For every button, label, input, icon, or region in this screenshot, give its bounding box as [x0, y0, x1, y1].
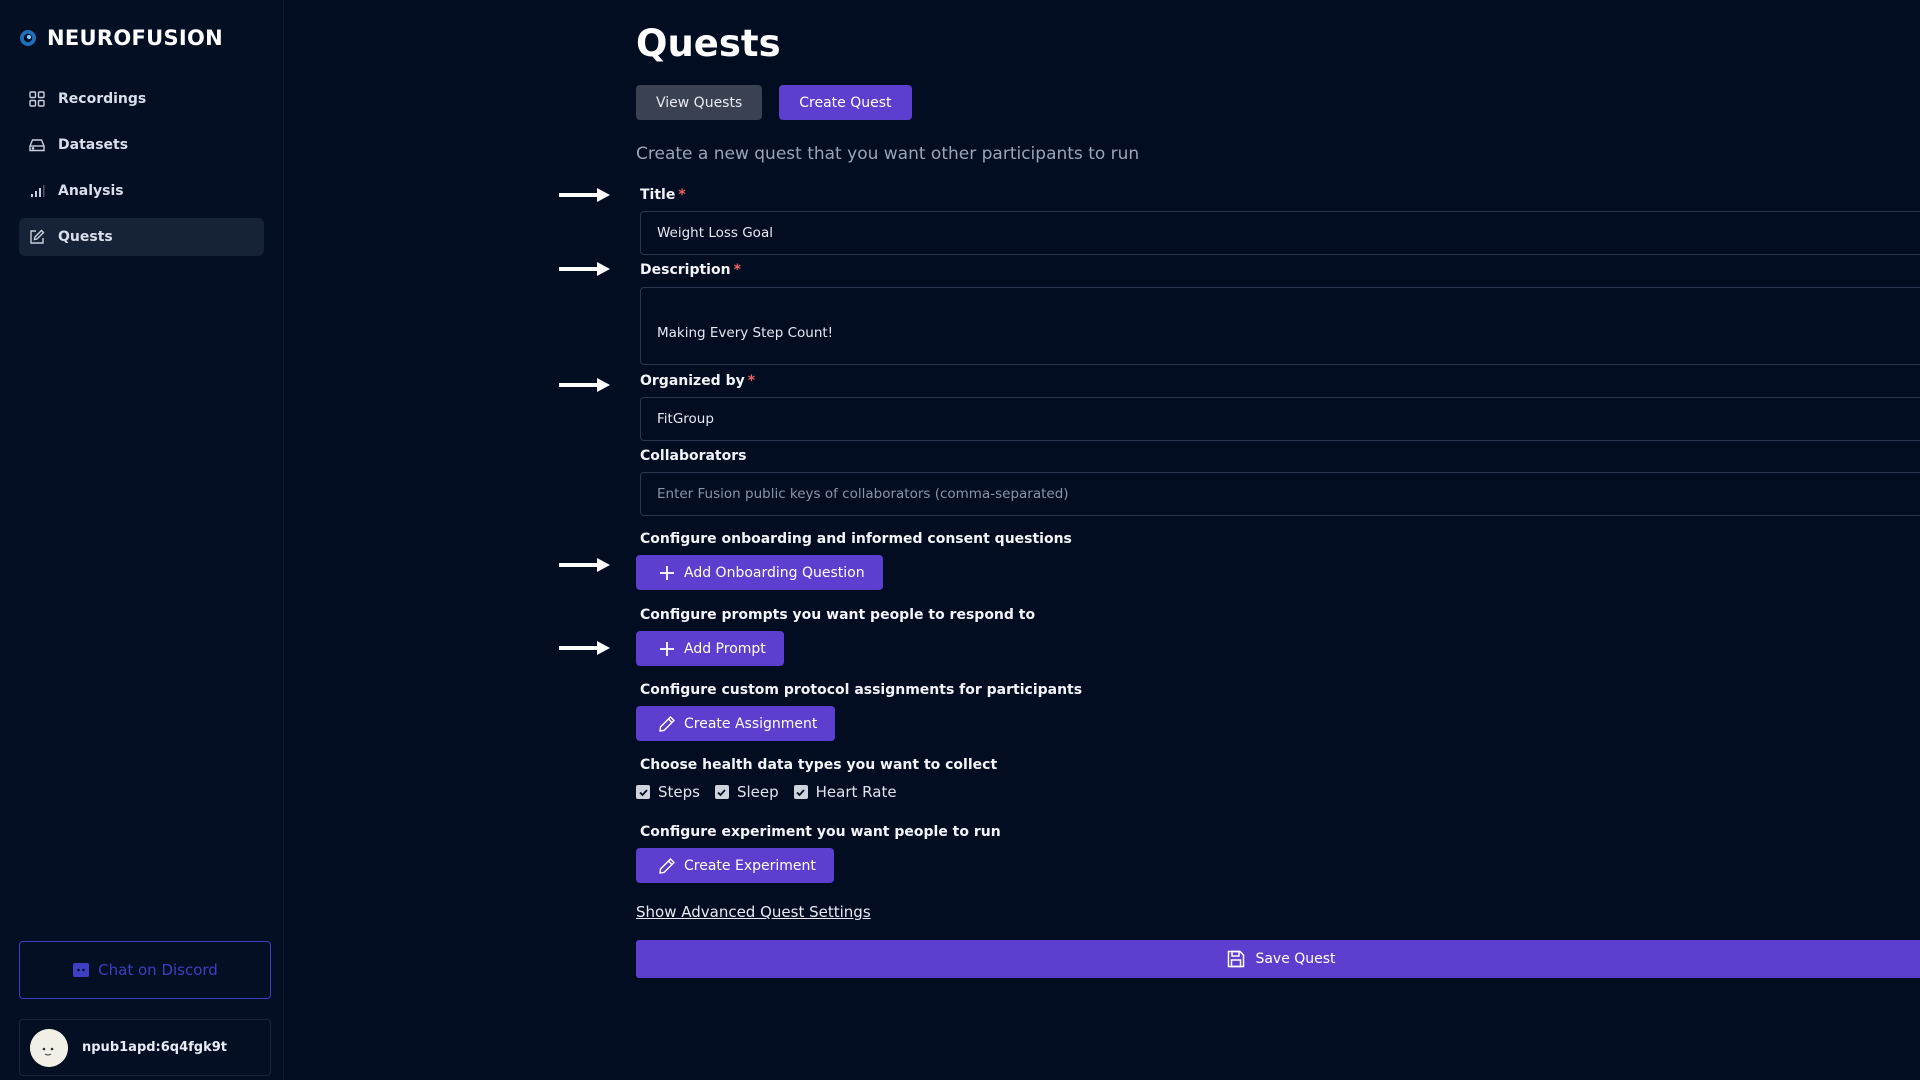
brand[interactable]: NEUROFUSION: [19, 22, 223, 54]
discord-label: Chat on Discord: [98, 961, 218, 979]
sidebar-item-label: Recordings: [58, 91, 147, 107]
button-label: Add Prompt: [684, 640, 766, 657]
page-title: Quests: [636, 22, 781, 65]
edit-icon: [30, 229, 45, 244]
title-label: Title *: [640, 187, 686, 203]
drive-icon: [29, 139, 45, 152]
sidebar-item-label: Datasets: [58, 137, 129, 153]
checkbox-label: Steps: [658, 783, 700, 801]
create-assignment-button[interactable]: Create Assignment: [636, 706, 836, 741]
check-icon: [638, 788, 648, 796]
bar-chart-icon: [31, 185, 45, 197]
required-mark: *: [678, 187, 686, 203]
organized-by-label: Organized by *: [640, 373, 755, 389]
prompts-label: Configure prompts you want people to res…: [640, 607, 1036, 623]
button-label: Create Experiment: [684, 857, 816, 874]
avatar: [30, 1028, 68, 1067]
check-icon: [717, 788, 727, 796]
tab-create-quest[interactable]: Create Quest: [779, 85, 912, 120]
annotation-arrow-icon: [559, 641, 610, 655]
show-advanced-settings-link[interactable]: Show Advanced Quest Settings: [636, 903, 871, 921]
description-label: Description *: [640, 262, 741, 278]
organized-by-input[interactable]: [640, 397, 1920, 441]
main-content: Quests View Quests Create Quest Create a…: [636, 0, 1920, 1080]
title-label-text: Title: [640, 187, 676, 203]
sidebar-item-label: Analysis: [58, 183, 124, 199]
sidebar-item-label: Quests: [58, 229, 113, 245]
save-quest-button[interactable]: Save Quest: [636, 940, 1920, 978]
tab-view-quests[interactable]: View Quests: [636, 85, 763, 120]
required-mark: *: [747, 373, 756, 389]
checkbox-box[interactable]: [714, 785, 729, 799]
plus-icon: [660, 565, 674, 580]
required-mark: *: [733, 262, 741, 278]
annotation-arrow-icon: [559, 378, 610, 392]
page-subtitle: Create a new quest that you want other p…: [636, 144, 1140, 164]
check-icon: [796, 788, 805, 796]
checkbox-box[interactable]: [636, 785, 650, 799]
title-input[interactable]: [640, 211, 1920, 255]
annotation-arrow-icon: [559, 558, 610, 572]
create-experiment-button[interactable]: Create Experiment: [636, 848, 834, 883]
onboarding-label: Configure onboarding and informed consen…: [640, 531, 1072, 547]
description-textarea[interactable]: Making Every Step Count!: [640, 287, 1920, 365]
checkbox-label: Heart Rate: [815, 783, 897, 801]
user-name: npub1apd:6q4fgk9t: [82, 1040, 228, 1055]
health-data-options: Steps Sleep Heart Rate: [636, 783, 912, 801]
pencil-icon: [659, 715, 675, 732]
collaborators-input[interactable]: [640, 472, 1920, 516]
sidebar-nav: Recordings Datasets Analysis Quests: [19, 80, 264, 264]
quest-tabs: View Quests Create Quest: [636, 85, 912, 120]
organized-by-label-text: Organized by: [640, 373, 745, 389]
sidebar-item-analysis[interactable]: Analysis: [19, 172, 264, 210]
checkbox-box[interactable]: [793, 785, 808, 799]
sidebar-item-recordings[interactable]: Recordings: [19, 80, 264, 118]
app-name: NEUROFUSION: [47, 26, 224, 50]
button-label: Save Quest: [1255, 951, 1336, 967]
button-label: Add Onboarding Question: [684, 564, 865, 581]
annotation-arrow-icon: [559, 262, 610, 276]
button-label: Create Assignment: [684, 715, 818, 732]
steps-checkbox[interactable]: Steps: [636, 783, 700, 801]
grid-icon: [29, 91, 45, 107]
experiment-label: Configure experiment you want people to …: [640, 824, 1001, 840]
sidebar: NEUROFUSION Recordings Datasets Analysis: [0, 0, 284, 1080]
chat-on-discord-button[interactable]: Chat on Discord: [19, 941, 271, 999]
assignments-label: Configure custom protocol assignments fo…: [640, 682, 1083, 698]
add-onboarding-question-button[interactable]: Add Onboarding Question: [636, 555, 883, 590]
checkbox-label: Sleep: [736, 783, 779, 801]
health-data-label: Choose health data types you want to col…: [640, 757, 998, 773]
save-icon: [1228, 950, 1245, 968]
sidebar-item-quests[interactable]: Quests: [19, 218, 264, 256]
heart-rate-checkbox[interactable]: Heart Rate: [793, 783, 897, 801]
sleep-checkbox[interactable]: Sleep: [714, 783, 779, 801]
discord-icon: [73, 963, 90, 977]
description-label-text: Description: [640, 262, 731, 278]
annotation-arrow-icon: [559, 188, 610, 202]
collaborators-label: Collaborators: [640, 448, 747, 464]
add-prompt-button[interactable]: Add Prompt: [636, 631, 784, 666]
neurofusion-logo-icon: [20, 30, 36, 46]
plus-icon: [660, 641, 674, 656]
user-profile[interactable]: npub1apd:6q4fgk9t: [19, 1019, 271, 1076]
pencil-icon: [659, 857, 675, 874]
sidebar-item-datasets[interactable]: Datasets: [19, 126, 264, 164]
